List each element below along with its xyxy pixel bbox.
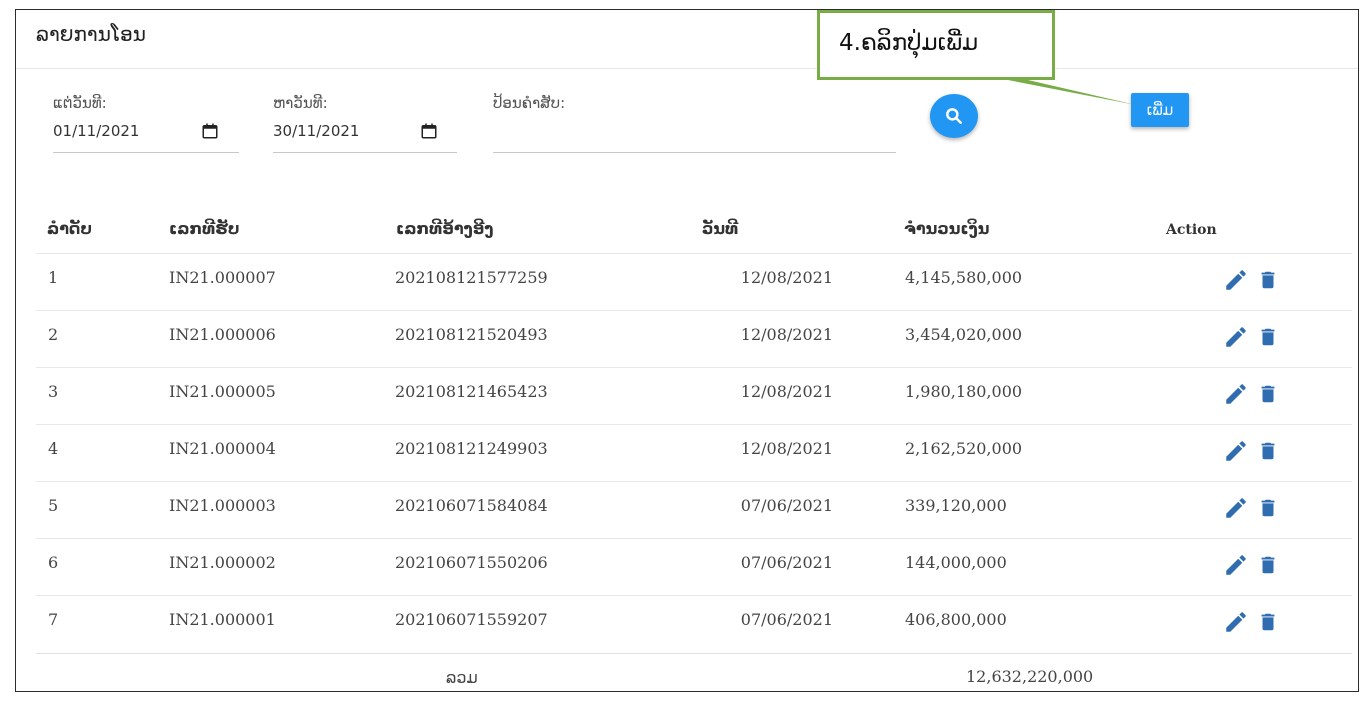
cell-no: 5 [48, 496, 59, 515]
total-value: 12,632,220,000 [966, 667, 1094, 686]
cell-date: 12/08/2021 [740, 268, 833, 287]
cell-date: 07/06/2021 [740, 553, 833, 572]
cell-no: 6 [48, 553, 59, 572]
pencil-icon[interactable] [1223, 495, 1249, 521]
header-amount: ຈຳນວນເງິນ [904, 219, 990, 238]
table-row: 7 IN21.000001 202106071559207 07/06/2021… [36, 595, 1352, 653]
cell-no: 4 [48, 439, 59, 458]
header-action: Action [1166, 222, 1217, 238]
header-date: ວັນທີ [702, 219, 739, 238]
cell-receipt: IN21.000004 [169, 439, 276, 458]
trash-icon[interactable] [1257, 267, 1279, 293]
pencil-icon[interactable] [1223, 438, 1249, 464]
cell-date: 12/08/2021 [740, 382, 833, 401]
transfer-list-panel: ລາຍການໂອນ ແຕ່ວັນທີ: 01/11/2021 ຫາວັນທີ: … [15, 9, 1359, 692]
cell-no: 1 [48, 268, 59, 287]
cell-date: 12/08/2021 [740, 439, 833, 458]
header-receipt: ເລກທີຮັບ [169, 219, 240, 238]
to-date-underline [273, 152, 457, 153]
cell-amount: 1,980,180,000 [905, 382, 1023, 401]
table-row: 4 IN21.000004 202108121249903 12/08/2021… [36, 424, 1352, 482]
cell-receipt: IN21.000002 [169, 553, 276, 572]
cell-no: 2 [48, 325, 59, 344]
pencil-icon[interactable] [1223, 609, 1249, 635]
pencil-icon[interactable] [1223, 381, 1249, 407]
cell-date: 07/06/2021 [740, 496, 833, 515]
cell-amount: 144,000,000 [905, 553, 1007, 572]
total-label: ລວມ [446, 668, 478, 687]
trash-icon[interactable] [1257, 552, 1279, 578]
cell-amount: 406,800,000 [905, 610, 1007, 629]
cell-receipt: IN21.000001 [169, 610, 276, 629]
trash-icon[interactable] [1257, 438, 1279, 464]
cell-amount: 339,120,000 [905, 496, 1007, 515]
header-no: ລຳດັບ [47, 219, 92, 238]
table-row: 2 IN21.000006 202108121520493 12/08/2021… [36, 310, 1352, 368]
trash-icon[interactable] [1257, 381, 1279, 407]
trash-icon[interactable] [1257, 495, 1279, 521]
total-row: ລວມ 12,632,220,000 [36, 653, 1352, 691]
pencil-icon[interactable] [1223, 552, 1249, 578]
instruction-callout: 4.ຄລິກປຸ່ມເພີ່ມ [817, 10, 1055, 80]
cell-receipt: IN21.000006 [169, 325, 276, 344]
cell-receipt: IN21.000003 [169, 496, 276, 515]
cell-amount: 3,454,020,000 [905, 325, 1023, 344]
pencil-icon[interactable] [1223, 324, 1249, 350]
cell-no: 3 [48, 382, 59, 401]
pencil-icon[interactable] [1223, 267, 1249, 293]
cell-reference: 202106071584084 [395, 496, 548, 515]
cell-no: 7 [48, 610, 59, 629]
cell-reference: 202106071559207 [395, 610, 548, 629]
header-reference: ເລກທີອ້າງອີງ [396, 219, 494, 238]
table-row: 6 IN21.000002 202106071550206 07/06/2021… [36, 538, 1352, 596]
table-row: 1 IN21.000007 202108121577259 12/08/2021… [36, 253, 1352, 311]
trash-icon[interactable] [1257, 609, 1279, 635]
cell-amount: 2,162,520,000 [905, 439, 1023, 458]
callout-arrow [1008, 80, 1136, 105]
cell-receipt: IN21.000005 [169, 382, 276, 401]
from-date-underline [53, 152, 239, 153]
table-row: 3 IN21.000005 202108121465423 12/08/2021… [36, 367, 1352, 425]
cell-date: 12/08/2021 [740, 325, 833, 344]
cell-reference: 202108121249903 [395, 439, 548, 458]
cell-date: 07/06/2021 [740, 610, 833, 629]
cell-reference: 202106071550206 [395, 553, 548, 572]
cell-reference: 202108121577259 [395, 268, 548, 287]
cell-reference: 202108121520493 [395, 325, 548, 344]
keyword-underline [493, 152, 896, 153]
cell-reference: 202108121465423 [395, 382, 548, 401]
table-row: 5 IN21.000003 202106071584084 07/06/2021… [36, 481, 1352, 539]
trash-icon[interactable] [1257, 324, 1279, 350]
cell-amount: 4,145,580,000 [905, 268, 1023, 287]
cell-receipt: IN21.000007 [169, 268, 276, 287]
